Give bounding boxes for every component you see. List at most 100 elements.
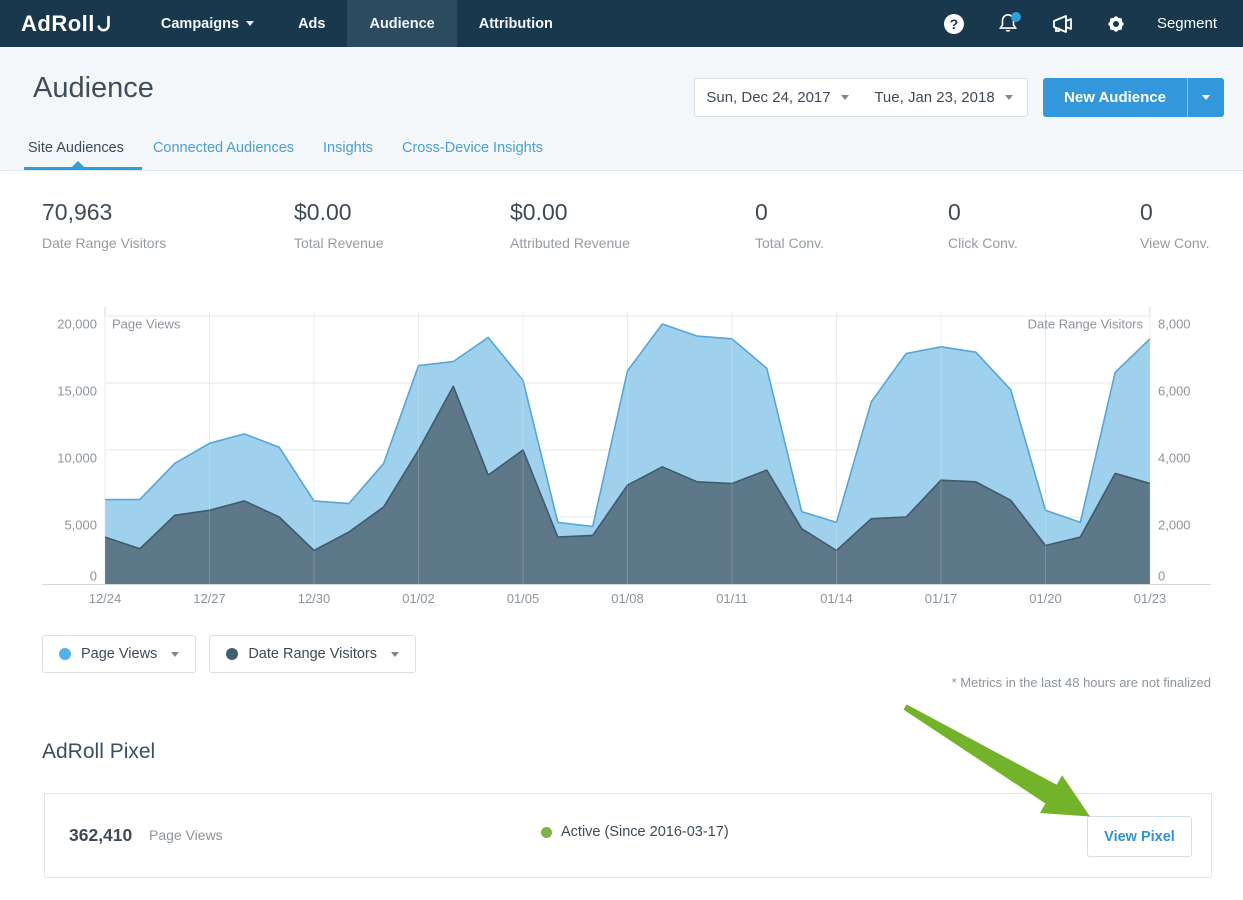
svg-text:6,000: 6,000 [1158, 383, 1191, 398]
legend-date-range-visitors-dropdown[interactable]: Date Range Visitors [209, 635, 416, 673]
svg-text:01/20: 01/20 [1029, 591, 1062, 606]
tab-cross-device-insights[interactable]: Cross-Device Insights [402, 140, 543, 156]
stat-value: $0.00 [294, 199, 384, 226]
tab-site-audiences[interactable]: Site Audiences [28, 140, 124, 156]
stat-value: 70,963 [42, 199, 166, 226]
svg-text:Date Range Visitors: Date Range Visitors [1028, 316, 1144, 331]
svg-text:01/17: 01/17 [925, 591, 958, 606]
start-date-picker[interactable]: Sun, Dec 24, 2017 [694, 78, 861, 117]
pixel-status: Active (Since 2016-03-17) [541, 824, 729, 840]
adroll-logo-text: AdRoll [21, 11, 95, 37]
stat-label: Date Range Visitors [42, 235, 166, 251]
stat-label: Click Conv. [948, 235, 1018, 251]
svg-text:0: 0 [1158, 568, 1165, 583]
stat-value: $0.00 [510, 199, 630, 226]
svg-text:01/11: 01/11 [716, 591, 748, 606]
nav-item-campaigns[interactable]: Campaigns [139, 0, 276, 47]
adroll-logo-swirl-icon [97, 15, 111, 33]
svg-text:12/30: 12/30 [298, 591, 331, 606]
svg-text:15,000: 15,000 [57, 383, 97, 398]
start-date-value: Sun, Dec 24, 2017 [706, 89, 830, 106]
adroll-logo[interactable]: AdRoll [0, 0, 139, 47]
legend-page-views-dropdown[interactable]: Page Views [42, 635, 196, 673]
svg-text:01/14: 01/14 [820, 591, 853, 606]
traffic-area-chart: 0 5,000 10,000 15,000 20,000 0 2,000 4,000 6,000… [0, 303, 1243, 618]
end-date-value: Tue, Jan 23, 2018 [874, 89, 994, 106]
svg-text:?: ? [950, 16, 959, 32]
segment-account-link[interactable]: Segment [1143, 15, 1227, 32]
new-audience-split-button: New Audience [1043, 78, 1224, 117]
nav-item-audience[interactable]: Audience [347, 0, 456, 47]
stat-click-conv: 0 Click Conv. [948, 199, 1018, 251]
legend-label: Date Range Visitors [248, 646, 377, 662]
notification-badge [1011, 12, 1021, 22]
svg-text:0: 0 [90, 568, 97, 583]
chart-legend: Page Views Date Range Visitors [42, 635, 416, 673]
chevron-down-icon [841, 95, 849, 100]
active-tab-notch [72, 161, 84, 167]
svg-text:10,000: 10,000 [57, 450, 97, 465]
view-pixel-button[interactable]: View Pixel [1087, 816, 1192, 857]
svg-text:01/02: 01/02 [402, 591, 435, 606]
announcements-megaphone-icon[interactable] [1035, 0, 1089, 47]
stat-label: Attributed Revenue [510, 235, 630, 251]
nav-item-attribution[interactable]: Attribution [457, 0, 575, 47]
svg-text:2,000: 2,000 [1158, 517, 1191, 532]
page-title: Audience [33, 72, 154, 105]
page-header: Audience Sun, Dec 24, 2017 Tue, Jan 23, … [0, 47, 1243, 171]
pixel-page-views-value: 362,410 [69, 825, 132, 846]
nav-item-label: Attribution [479, 16, 553, 32]
svg-text:4,000: 4,000 [1158, 450, 1191, 465]
visitors-series-dot [226, 648, 238, 660]
stat-label: View Conv. [1140, 235, 1210, 251]
pixel-card: 362,410 Page Views Active (Since 2016-03… [44, 793, 1212, 878]
stat-view-conv: 0 View Conv. [1140, 199, 1210, 251]
stat-value: 0 [1140, 199, 1210, 226]
tab-connected-audiences[interactable]: Connected Audiences [153, 140, 294, 156]
stat-total-revenue: $0.00 Total Revenue [294, 199, 384, 251]
metrics-footnote: * Metrics in the last 48 hours are not f… [952, 675, 1211, 690]
tab-insights[interactable]: Insights [323, 140, 373, 156]
audience-tabs: Site Audiences Connected Audiences Insig… [28, 140, 543, 156]
stat-date-range-visitors: 70,963 Date Range Visitors [42, 199, 166, 251]
nav-item-label: Ads [298, 16, 325, 32]
stat-attributed-revenue: $0.00 Attributed Revenue [510, 199, 630, 251]
svg-text:01/23: 01/23 [1134, 591, 1167, 606]
svg-text:8,000: 8,000 [1158, 316, 1191, 331]
gear-glyph [1105, 13, 1127, 35]
megaphone-glyph [1050, 13, 1074, 35]
svg-text:20,000: 20,000 [57, 316, 97, 331]
notifications-bell-icon[interactable] [981, 0, 1035, 47]
pixel-page-views-label: Page Views [149, 827, 223, 843]
svg-text:01/08: 01/08 [611, 591, 644, 606]
settings-gear-icon[interactable] [1089, 0, 1143, 47]
nav-item-label: Audience [369, 16, 434, 32]
stat-value: 0 [948, 199, 1018, 226]
pixel-section-heading: AdRoll Pixel [42, 740, 155, 764]
help-icon[interactable]: ? [927, 0, 981, 47]
top-nav: AdRoll Campaigns Ads Audience Attributio… [0, 0, 1243, 47]
svg-text:12/24: 12/24 [89, 591, 122, 606]
svg-text:5,000: 5,000 [64, 517, 97, 532]
active-tab-underline [24, 167, 142, 170]
chevron-down-icon [171, 652, 179, 657]
end-date-picker[interactable]: Tue, Jan 23, 2018 [860, 78, 1028, 117]
nav-item-ads[interactable]: Ads [276, 0, 347, 47]
stat-total-conv: 0 Total Conv. [755, 199, 824, 251]
nav-item-label: Campaigns [161, 16, 239, 32]
status-badge: Active (Since 2016-03-17) [561, 824, 729, 840]
stat-label: Total Conv. [755, 235, 824, 251]
svg-text:01/05: 01/05 [507, 591, 540, 606]
nav-right-group: ? Segment [927, 0, 1243, 47]
chevron-down-icon [1202, 95, 1210, 100]
new-audience-dropdown-button[interactable] [1187, 78, 1224, 117]
chevron-down-icon [1005, 95, 1013, 100]
page-views-series-dot [59, 648, 71, 660]
legend-label: Page Views [81, 646, 157, 662]
stat-label: Total Revenue [294, 235, 384, 251]
svg-text:Page Views: Page Views [112, 316, 181, 331]
chevron-down-icon [391, 652, 399, 657]
new-audience-button[interactable]: New Audience [1043, 78, 1187, 117]
chevron-down-icon [246, 21, 254, 26]
active-status-dot [541, 827, 552, 838]
